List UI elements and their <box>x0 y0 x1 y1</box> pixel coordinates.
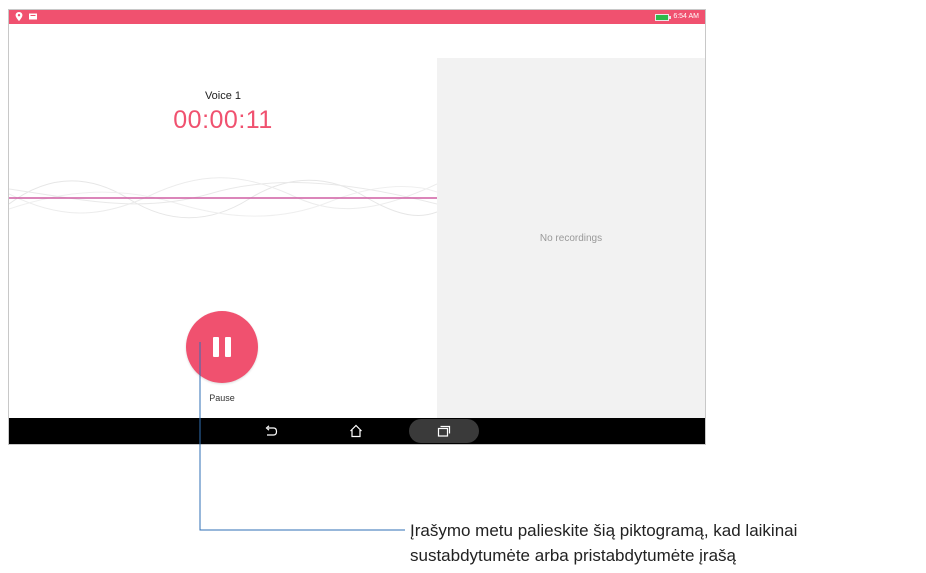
empty-state-text: No recordings <box>539 233 603 244</box>
recording-title: Voice 1 <box>204 90 242 102</box>
recents-button[interactable] <box>432 418 456 444</box>
back-button[interactable] <box>259 418 283 444</box>
pause-label: Pause <box>209 393 235 403</box>
recording-timer: 00:00:11 <box>173 106 273 134</box>
callout-line-1: Įrašymo metu palieskite šią piktogramą, … <box>410 521 798 540</box>
status-bar-left <box>15 12 37 21</box>
waveform <box>9 177 437 219</box>
battery-charging-icon <box>655 13 672 21</box>
status-bar: 6:54 AM <box>9 10 705 24</box>
pause-icon <box>213 337 231 357</box>
home-button[interactable] <box>344 418 368 444</box>
tablet-screen: 6:54 AM Voice 1 00:00:11 Pause No record… <box>8 9 706 445</box>
status-bar-right: 6:54 AM <box>655 11 699 23</box>
location-icon <box>15 12 23 21</box>
callout-line-2: sustabdytumėte arba pristabdytumėte įraš… <box>410 546 737 565</box>
pause-button[interactable] <box>186 311 258 383</box>
recorder-pane: Voice 1 00:00:11 Pause <box>9 24 437 418</box>
status-time: 6:54 AM <box>673 13 699 20</box>
notification-icon <box>29 13 37 20</box>
recordings-list-pane: No recordings <box>437 58 705 418</box>
back-icon <box>265 425 278 436</box>
home-icon <box>350 424 362 438</box>
callout-caption: Įrašymo metu palieskite šią piktogramą, … <box>410 518 926 568</box>
navigation-bar <box>9 418 705 444</box>
recents-icon <box>437 425 451 437</box>
